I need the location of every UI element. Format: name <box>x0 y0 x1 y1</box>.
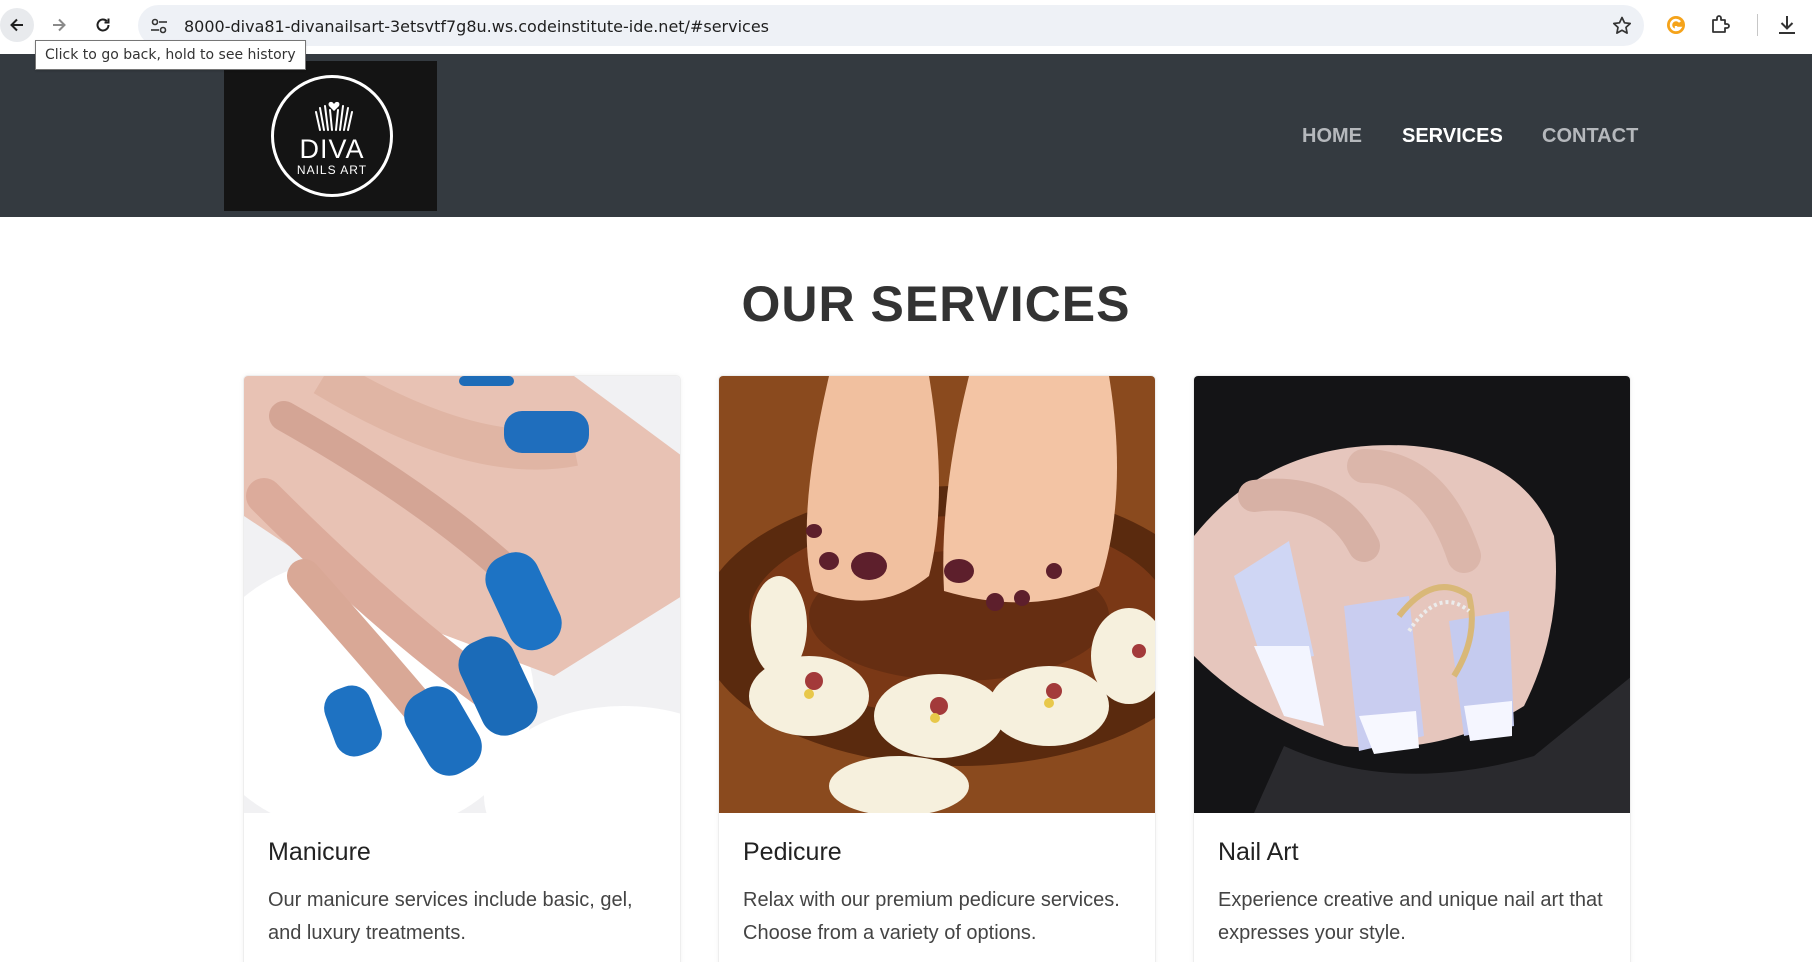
download-icon[interactable] <box>1775 13 1799 37</box>
pedicure-image <box>719 376 1155 813</box>
logo-circle: DIVA NAILS ART <box>271 75 393 197</box>
logo-name: DIVA <box>299 134 365 164</box>
site-header: DIVA NAILS ART HOME SERVICES CONTACT <box>0 54 1812 217</box>
back-button[interactable] <box>0 8 34 42</box>
card-title: Manicure <box>268 838 371 866</box>
manicure-photo <box>244 376 680 813</box>
service-card-manicure: Manicure Our manicure services include b… <box>243 375 681 962</box>
service-card-nail-art: Nail Art Experience creative and unique … <box>1193 375 1631 962</box>
extension-g-icon[interactable] <box>1664 13 1688 37</box>
arrow-left-icon <box>10 18 23 32</box>
bookmark-star-icon[interactable] <box>1610 14 1634 38</box>
extensions-puzzle-icon[interactable] <box>1708 13 1732 37</box>
toolbar-divider <box>1757 14 1758 36</box>
service-card-pedicure: Pedicure Relax with our premium pedicure… <box>718 375 1156 962</box>
pedicure-photo <box>719 376 1155 813</box>
nav-services-link[interactable]: SERVICES <box>1402 125 1503 148</box>
card-title: Pedicure <box>743 838 842 866</box>
card-title: Nail Art <box>1218 838 1299 866</box>
url-text[interactable]: 8000-diva81-divanailsart-3etsvtf7g8u.ws.… <box>184 17 769 36</box>
reload-button[interactable] <box>86 8 120 42</box>
arrow-right-icon <box>53 18 66 32</box>
forward-button[interactable] <box>42 8 76 42</box>
nav-home-link[interactable]: HOME <box>1302 125 1362 148</box>
nail-art-image <box>1194 376 1630 813</box>
nail-art-photo <box>1194 376 1630 813</box>
reload-icon <box>96 18 110 32</box>
card-text: Experience creative and unique nail art … <box>1218 889 1603 944</box>
address-bar[interactable]: 8000-diva81-divanailsart-3etsvtf7g8u.ws.… <box>138 5 1644 46</box>
site-logo[interactable]: DIVA NAILS ART <box>224 61 437 211</box>
hands-heart-icon <box>315 101 353 131</box>
manicure-image <box>244 376 680 813</box>
back-button-tooltip: Click to go back, hold to see history <box>35 40 306 70</box>
services-heading: OUR SERVICES <box>741 276 1131 332</box>
nav-contact-link[interactable]: CONTACT <box>1542 125 1638 148</box>
logo-tagline: NAILS ART <box>296 163 368 177</box>
site-info-icon[interactable] <box>148 15 170 37</box>
card-text: Our manicure services include basic, gel… <box>268 889 633 944</box>
card-text: Relax with our premium pedicure services… <box>743 889 1120 944</box>
